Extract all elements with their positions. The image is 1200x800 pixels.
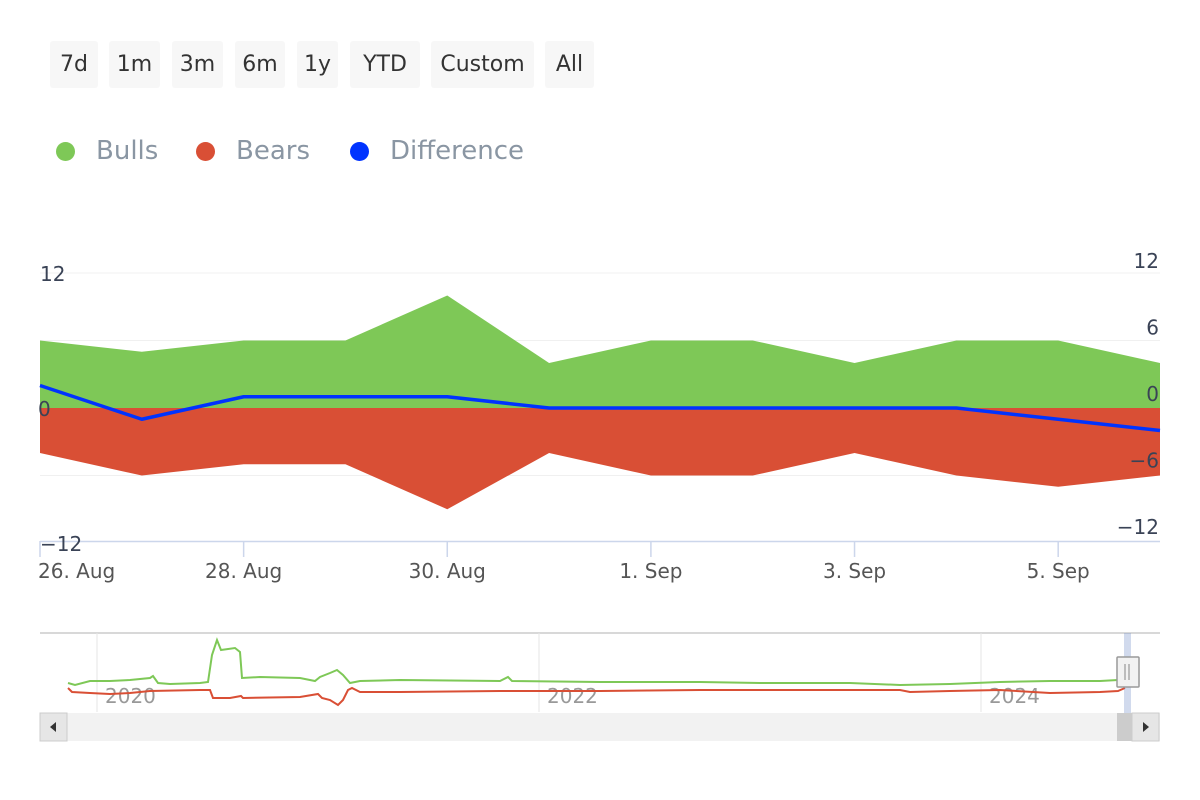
chart: 26. Aug 28. Aug 30. Aug 1. Sep 3. Sep 5. Sep … [38,249,1161,742]
scroll-right-button[interactable] [1131,712,1160,742]
x-tick-label: 5. Sep [1027,559,1090,583]
scroll-left-button[interactable] [39,712,68,742]
y-left-tick-label: 0 [38,397,51,421]
scrollbar-track[interactable] [40,713,1160,741]
scrollbar-thumb[interactable] [1117,713,1132,741]
navigator-handle[interactable] [1116,656,1140,688]
bears-area-series [40,408,1160,510]
navigator-year-label: 2024 [989,684,1040,708]
bears-area [40,408,1160,510]
x-tick-label: 26. Aug [38,559,115,583]
bulls-area [40,295,1160,408]
x-tick-label: 28. Aug [205,559,282,583]
x-tick-label: 3. Sep [823,559,886,583]
bulls-area-series [40,295,1160,408]
y-right-tick-label: 6 [1146,316,1159,340]
navigator: 2020 2022 2024 [39,632,1160,742]
y-right-tick-label: 12 [1134,249,1159,273]
y-right-tick-label: 0 [1146,382,1159,406]
y-right-tick-label: −12 [1117,515,1159,539]
navigator-year-label: 2020 [105,684,156,708]
navigator-bulls-line [67,637,1119,687]
y-left-tick-label: −12 [40,532,82,556]
y-left-tick-label: 12 [40,262,65,286]
x-tick-label: 1. Sep [619,559,682,583]
y-right-tick-label: −6 [1130,449,1159,473]
navigator-year-label: 2022 [547,684,598,708]
x-axis: 26. Aug 28. Aug 30. Aug 1. Sep 3. Sep 5. Sep [38,540,1160,583]
x-tick-label: 30. Aug [409,559,486,583]
